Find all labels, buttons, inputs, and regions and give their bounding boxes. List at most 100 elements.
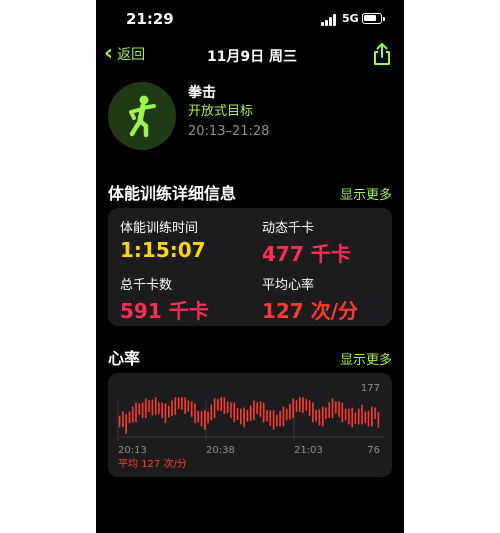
- metric-active-calories: 动态千卡 477 千卡: [262, 217, 351, 267]
- heart-rate-bar: [164, 403, 167, 424]
- heart-rate-bar: [312, 402, 314, 423]
- heart-rate-bar: [141, 402, 144, 419]
- heart-rate-bar: [344, 408, 347, 421]
- heart-rate-bar: [158, 402, 160, 415]
- heart-rate-bar: [118, 415, 121, 428]
- heart-rate-bar: [328, 402, 330, 419]
- workout-goal: 开放式目标: [188, 104, 254, 119]
- share-icon[interactable]: [372, 42, 392, 66]
- heart-rate-bar: [259, 401, 262, 418]
- heart-rate-bar: [177, 397, 180, 410]
- metric-label: 总千卡数: [120, 278, 173, 293]
- heart-rate-bar: [299, 397, 301, 413]
- heart-rate-bar: [331, 398, 334, 419]
- heart-rate-bar: [151, 399, 154, 416]
- heart-rate-bar: [315, 409, 317, 422]
- back-label: 返回: [117, 47, 146, 63]
- heart-rate-bar: [246, 409, 249, 422]
- heart-rate-bar: [371, 406, 373, 427]
- heart-rate-bar: [302, 397, 304, 414]
- workout-name: 拳击: [188, 85, 216, 101]
- heart-rate-bar: [272, 409, 275, 430]
- heart-rate-bar: [335, 401, 337, 414]
- heart-rate-bar: [197, 410, 199, 423]
- heart-rate-bar: [148, 400, 150, 413]
- heart-rate-bar: [364, 411, 367, 424]
- heart-rate-bar: [171, 400, 173, 417]
- heart-rate-bar: [249, 405, 252, 422]
- heart-rate-bar: [220, 397, 222, 412]
- heart-rate-bar: [292, 398, 294, 419]
- heart-rate-bar: [236, 408, 239, 420]
- heart-rate-bar: [168, 405, 170, 418]
- network-type: 5G: [342, 12, 359, 25]
- metric-label: 平均心率: [262, 278, 315, 293]
- status-time: 21:29: [126, 10, 174, 28]
- heart-rate-bar: [279, 410, 281, 427]
- heart-rate-bar: [354, 412, 357, 425]
- metric-label: 体能训练时间: [120, 221, 199, 236]
- heart-rate-bar: [174, 397, 177, 415]
- chevron-left-icon: ‹: [104, 41, 114, 66]
- heart-section-title: 心率: [108, 349, 141, 368]
- heart-rate-bar: [154, 397, 157, 415]
- workout-icon-circle: [108, 82, 176, 150]
- metric-value: 591 千卡: [120, 299, 209, 323]
- heart-rate-bar: [256, 402, 258, 415]
- metric-workout-time: 体能训练时间 1:15:07: [120, 217, 206, 262]
- details-show-more-link[interactable]: 显示更多: [340, 184, 392, 203]
- heart-rate-bar: [223, 397, 226, 415]
- heart-rate-bar: [285, 408, 288, 421]
- heart-rate-bar: [282, 406, 285, 427]
- metric-value: 1:15:07: [120, 238, 206, 262]
- heart-rate-bar: [190, 401, 193, 418]
- y-max-label: 177: [361, 383, 380, 394]
- heart-rate-bar: [138, 403, 141, 416]
- heart-rate-bar: [145, 398, 147, 419]
- signal-icon: [321, 14, 339, 26]
- heart-rate-bar: [135, 402, 137, 423]
- heart-rate-bar: [351, 407, 353, 428]
- phone-screen: 21:29 5G ‹ 返回 11月9日 周三 拳击 开放式目标 20:13–21…: [96, 0, 404, 533]
- heart-rate-bar: [289, 403, 291, 420]
- heart-rate-bar: [377, 411, 380, 428]
- heart-rate-bar: [128, 411, 131, 424]
- heart-rate-average: 平均 127 次/分: [118, 459, 187, 470]
- boxing-figure-icon: [129, 95, 156, 138]
- heart-rate-bar: [204, 409, 206, 430]
- heart-rate-bar: [131, 406, 134, 423]
- status-bar: 21:29 5G: [96, 0, 404, 40]
- heart-rate-bar: [194, 403, 196, 424]
- workout-time-range: 20:13–21:28: [188, 124, 270, 139]
- metric-average-heart-rate: 平均心率 127 次/分: [262, 274, 358, 324]
- heart-rate-bar: [262, 402, 265, 423]
- heart-rate-bar: [217, 398, 219, 411]
- heart-rate-bar: [226, 401, 229, 414]
- nav-title: 11月9日 周三: [206, 49, 298, 65]
- heart-rate-bar: [357, 408, 360, 425]
- heart-rate-bar: [361, 404, 363, 425]
- metric-value: 477 千卡: [262, 242, 351, 266]
- x-tick-label: 21:03: [294, 445, 323, 456]
- heart-rate-bar: [341, 402, 344, 423]
- back-button[interactable]: ‹ 返回: [104, 41, 146, 66]
- heart-rate-bar: [200, 410, 203, 427]
- heart-rate-bar: [230, 402, 232, 419]
- heart-rate-bar: [269, 410, 272, 427]
- heart-rate-bar: [338, 401, 340, 418]
- heart-rate-bar: [213, 398, 216, 419]
- heart-rate-bar: [367, 410, 370, 427]
- heart-rate-bar: [266, 409, 268, 422]
- heart-rate-bar: [187, 400, 190, 413]
- heart-rate-bar: [348, 408, 350, 425]
- heart-rate-bar: [161, 402, 163, 419]
- heart-rate-card[interactable]: 20:13 20:38 21:03 177 76 平均 127 次/分: [108, 373, 392, 477]
- metric-label: 动态千卡: [262, 221, 315, 236]
- details-section-title: 体能训练详细信息: [108, 184, 237, 203]
- heart-rate-bar: [184, 397, 186, 415]
- heart-rate-bar: [243, 407, 245, 428]
- heart-rate-bar: [305, 398, 308, 411]
- heart-rate-bar: [125, 414, 127, 434]
- details-card[interactable]: 体能训练时间 1:15:07 动态千卡 477 千卡 总千卡数 591 千卡 平…: [108, 208, 392, 326]
- heart-show-more-link[interactable]: 显示更多: [340, 349, 392, 368]
